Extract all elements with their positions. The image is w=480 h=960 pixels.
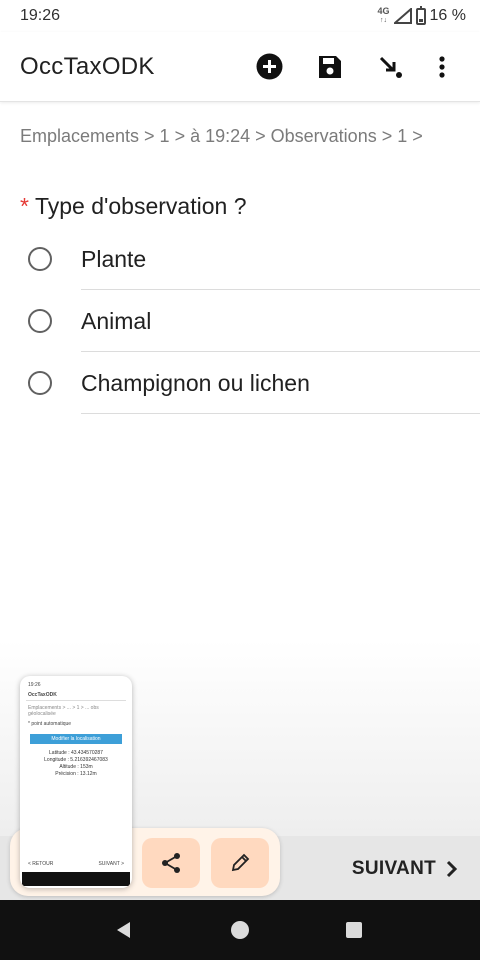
status-indicators: 4G ↑↓ 16 % xyxy=(377,5,466,25)
save-button[interactable] xyxy=(302,43,358,91)
thumb-coord: Longitude : 5.216392467083 xyxy=(44,757,108,763)
breadcrumb: Emplacements > 1 > à 19:24 > Observation… xyxy=(20,126,423,146)
thumb-divider xyxy=(26,700,126,701)
option-animal[interactable]: Animal xyxy=(0,290,480,352)
thumb-title: OccTaxODK xyxy=(28,692,57,698)
network-indicator: 4G ↑↓ xyxy=(377,6,390,25)
home-circle-icon xyxy=(231,921,249,939)
add-repeat-button[interactable] xyxy=(241,43,297,91)
more-options-button[interactable] xyxy=(424,43,460,91)
edit-icon xyxy=(231,853,250,872)
chevron-right-icon xyxy=(446,860,458,878)
battery-level: 16 % xyxy=(429,7,466,24)
app-title: OccTaxODK xyxy=(20,52,155,80)
thumb-system-nav xyxy=(22,872,130,886)
radio-button[interactable] xyxy=(28,309,52,333)
next-label: SUIVANT xyxy=(351,858,436,879)
option-champignon[interactable]: Champignon ou lichen xyxy=(0,352,480,414)
jump-button[interactable] xyxy=(363,43,419,91)
option-plante[interactable]: Plante xyxy=(0,228,480,290)
option-label: Champignon ou lichen xyxy=(81,370,310,396)
radio-button[interactable] xyxy=(28,371,52,395)
recents-button[interactable] xyxy=(342,918,366,942)
radio-button[interactable] xyxy=(28,247,52,271)
system-navigation-bar xyxy=(0,900,480,960)
back-button[interactable] xyxy=(112,918,136,942)
signal-icon xyxy=(393,8,412,24)
share-icon xyxy=(162,853,180,873)
option-label: Plante xyxy=(81,246,147,272)
home-button[interactable] xyxy=(228,918,252,942)
app-bar: OccTaxODK xyxy=(0,32,480,102)
option-label: Animal xyxy=(81,308,152,334)
thumb-question: * point automatique xyxy=(28,721,72,727)
recents-square-icon xyxy=(346,922,362,938)
back-triangle-icon xyxy=(117,922,130,938)
thumb-breadcrumb-2: géolocalisée xyxy=(28,711,56,717)
screenshot-thumbnail[interactable]: 19:26 OccTaxODK Emplacements > ... > 1 >… xyxy=(20,676,132,888)
save-icon xyxy=(319,55,341,78)
thumb-coord: Altitude : 153m xyxy=(59,764,93,770)
divider xyxy=(81,413,480,414)
thumb-coord: Latitude : 43.434570287 xyxy=(49,750,103,756)
question-label: * Type d'observation ? xyxy=(20,193,246,220)
battery-icon xyxy=(415,5,426,25)
thumbnail-content: 19:26 OccTaxODK Emplacements > ... > 1 >… xyxy=(22,678,130,886)
status-bar: 19:26 4G ↑↓ 16 % xyxy=(0,0,480,32)
question-text: Type d'observation ? xyxy=(34,193,247,219)
required-marker: * xyxy=(20,193,29,219)
jump-icon xyxy=(379,56,402,78)
next-button[interactable]: SUIVANT xyxy=(352,855,458,883)
thumb-next: SUIVANT > xyxy=(98,861,124,867)
thumb-prev: < RETOUR xyxy=(28,861,54,867)
thumb-time: 19:26 xyxy=(28,682,41,688)
toolbar-actions xyxy=(236,43,460,91)
thumb-coord: Précision : 13.12m xyxy=(55,771,97,777)
thumb-location-button: Modifier la localisation xyxy=(30,734,122,744)
share-screenshot-button[interactable] xyxy=(142,838,200,888)
add-circle-icon xyxy=(256,53,282,80)
radio-group: Plante Animal Champignon ou lichen xyxy=(0,228,480,414)
edit-screenshot-button[interactable] xyxy=(211,838,269,888)
more-vert-icon xyxy=(439,55,445,78)
status-time: 19:26 xyxy=(20,7,61,24)
